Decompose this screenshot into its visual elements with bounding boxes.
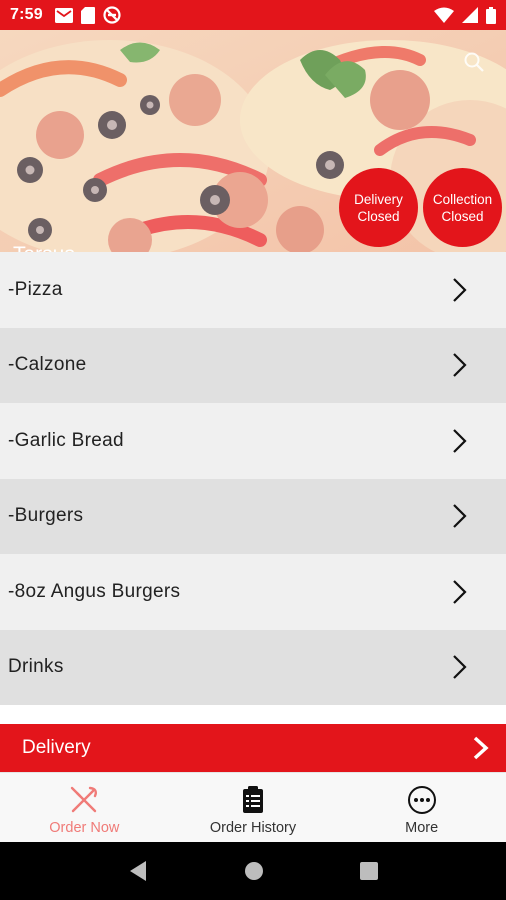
status-time: 7:59: [10, 6, 43, 23]
fork-knife-icon: [68, 784, 100, 816]
chevron-right-icon: [473, 736, 489, 760]
delivery-mode-label: Delivery: [22, 737, 91, 758]
category-item-angus-burgers[interactable]: -8oz Angus Burgers: [0, 554, 506, 630]
category-label: -8oz Angus Burgers: [8, 580, 181, 602]
bottom-navigation: Order Now Order History More: [0, 772, 506, 842]
chevron-right-icon: [453, 504, 467, 529]
category-item-pizza[interactable]: -Pizza: [0, 252, 506, 328]
category-list: -Pizza -Calzone -Garlic Bread -Burgers -…: [0, 252, 506, 705]
delivery-status-badge: Delivery Closed: [339, 168, 418, 247]
home-icon[interactable]: [244, 861, 264, 881]
restaurant-name: Tarsus: [13, 243, 75, 252]
category-label: -Burgers: [8, 505, 84, 527]
app-screen: 7:59 Delivery Closed Collection Closed -…: [0, 0, 506, 900]
nav-order-history[interactable]: Order History: [169, 773, 338, 842]
status-icons-left: [54, 6, 121, 24]
category-label: -Garlic Bread: [8, 429, 124, 451]
category-label: -Pizza: [8, 278, 63, 300]
status-bar: 7:59: [0, 0, 506, 30]
hero-banner: Tarsus Delivery Closed Collection Closed: [0, 30, 506, 252]
back-icon[interactable]: [128, 860, 148, 882]
category-item-garlic-bread[interactable]: -Garlic Bread: [0, 403, 506, 479]
category-label: -Calzone: [8, 354, 87, 376]
do-not-disturb-icon: [103, 6, 121, 24]
search-icon[interactable]: [462, 50, 486, 74]
category-item-drinks[interactable]: Drinks: [0, 629, 506, 705]
nav-label: More: [405, 819, 439, 836]
chevron-right-icon: [453, 655, 467, 680]
system-navigation-bar: [0, 842, 506, 900]
wifi-icon: [434, 7, 454, 23]
chevron-right-icon: [453, 277, 467, 302]
signal-icon: [462, 7, 478, 23]
category-item-calzone[interactable]: -Calzone: [0, 327, 506, 403]
collection-status-badge: Collection Closed: [423, 168, 502, 247]
clipboard-icon: [237, 784, 269, 816]
battery-icon: [486, 6, 496, 24]
chevron-right-icon: [453, 353, 467, 378]
sd-card-icon: [80, 6, 95, 24]
category-label: Drinks: [8, 656, 64, 678]
nav-order-now[interactable]: Order Now: [0, 773, 169, 842]
status-icons-right: [434, 6, 496, 24]
more-icon: [406, 784, 438, 816]
chevron-right-icon: [453, 579, 467, 604]
category-item-burgers[interactable]: -Burgers: [0, 478, 506, 554]
nav-label: Order Now: [49, 819, 120, 836]
nav-more[interactable]: More: [337, 773, 506, 842]
chevron-right-icon: [453, 428, 467, 453]
mail-icon: [54, 7, 73, 23]
nav-label: Order History: [209, 819, 297, 836]
list-spacer: [0, 705, 506, 724]
delivery-mode-button[interactable]: Delivery: [0, 724, 506, 772]
recents-icon[interactable]: [360, 862, 378, 880]
